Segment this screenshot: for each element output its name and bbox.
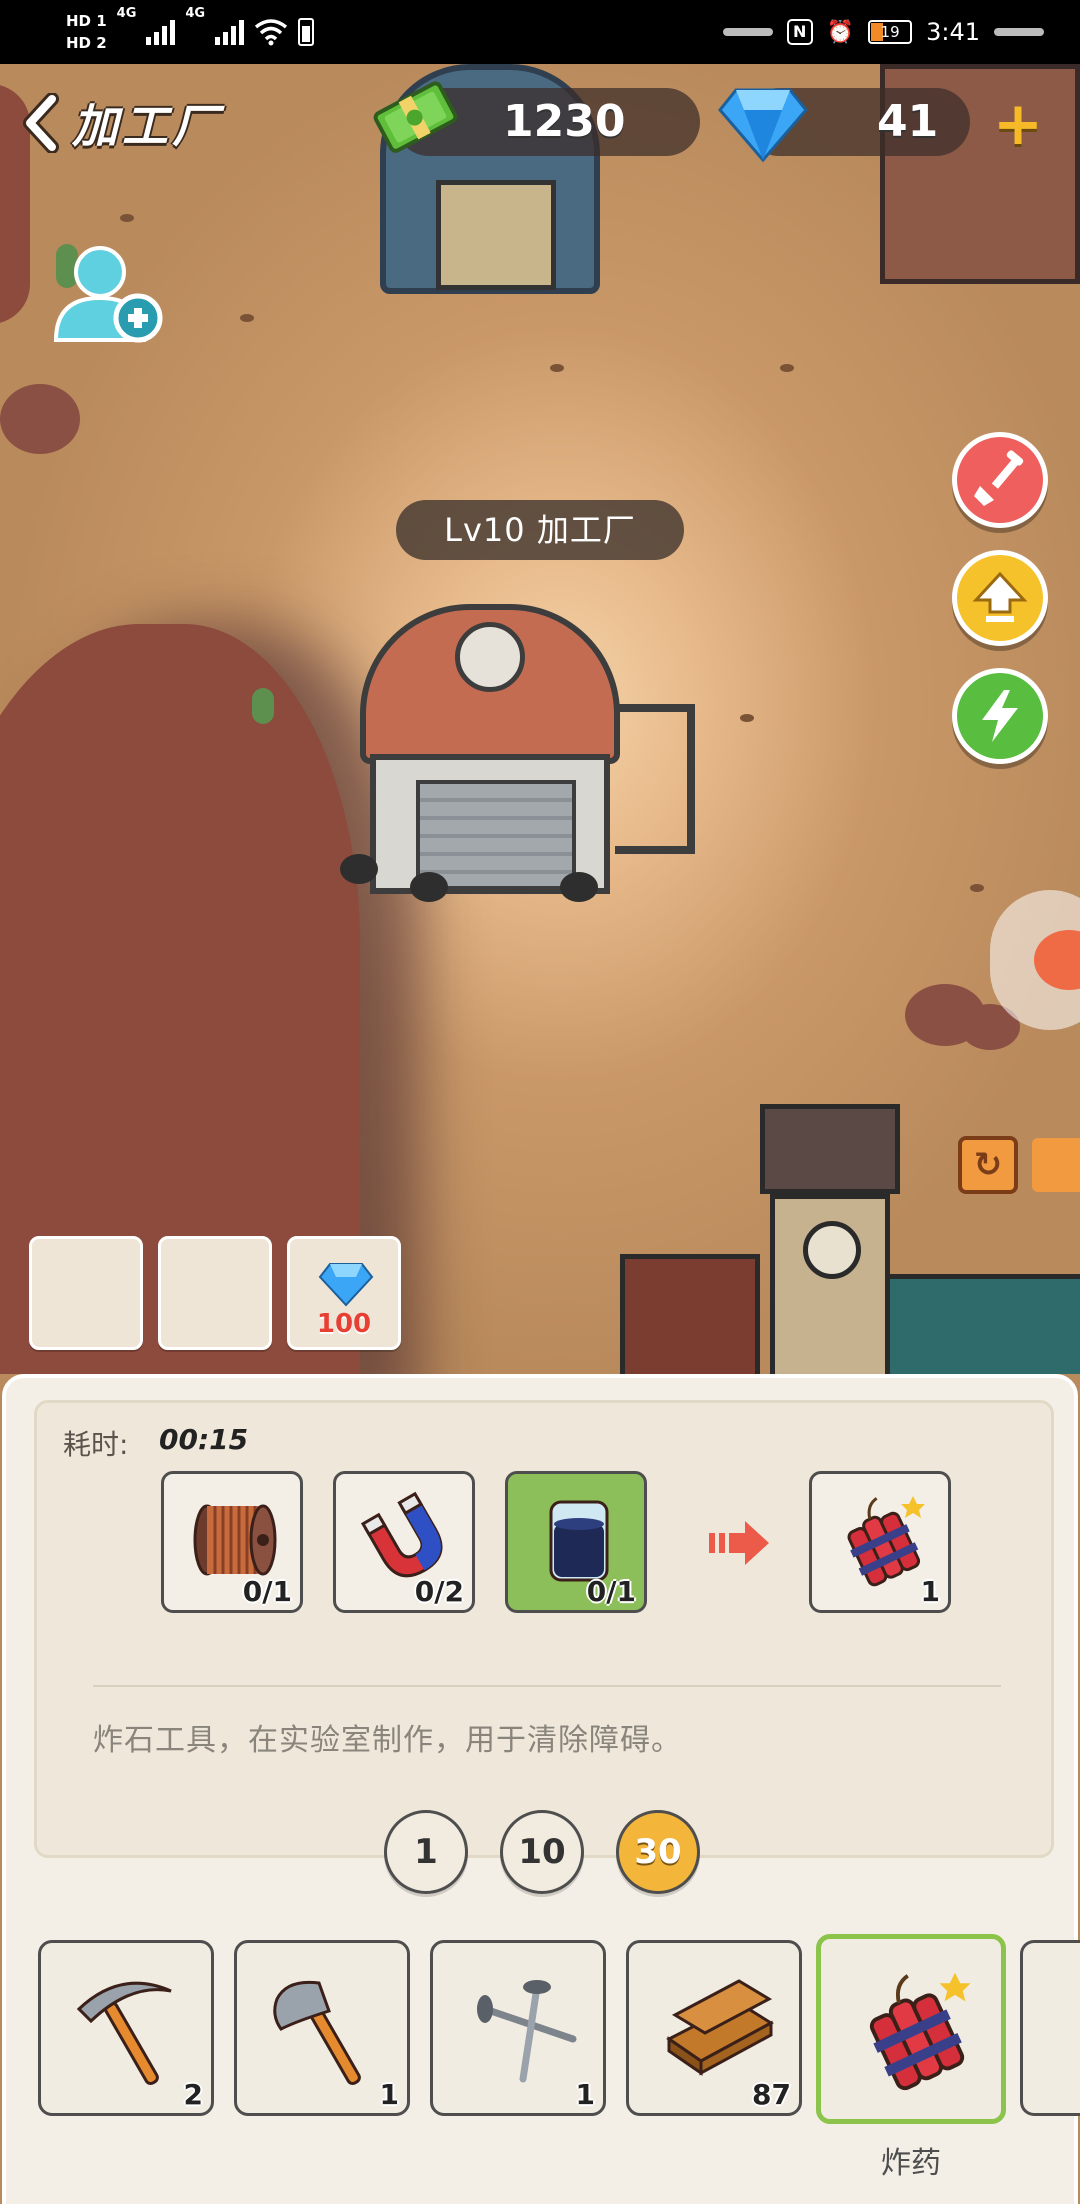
battery-level: 19 xyxy=(880,23,900,41)
clock-tower xyxy=(770,1194,890,1374)
cactus xyxy=(252,688,274,724)
status-left: HD 1 HD 2 4G 4G xyxy=(66,0,315,64)
ingredient-count: 0/1 xyxy=(586,1575,636,1608)
building-level-label: Lv10 加工厂 xyxy=(396,500,684,560)
tool-pickaxe[interactable]: 2 xyxy=(38,1940,214,2116)
speed-up-button[interactable] xyxy=(952,668,1048,764)
clock-icon xyxy=(803,1221,861,1279)
net2-label: 4G xyxy=(185,6,206,21)
planks-icon xyxy=(666,1979,774,2076)
ingredient-count: 0/1 xyxy=(242,1575,292,1608)
pebble xyxy=(120,214,134,222)
item-description: 炸石工具，在实验室制作，用于清除障碍。 xyxy=(93,1723,682,1758)
tool-count: 87 xyxy=(752,2078,791,2111)
factory-door xyxy=(416,780,576,890)
hd2-label: HD 2 xyxy=(66,34,107,52)
wifi-icon xyxy=(255,19,288,46)
tool-count: 1 xyxy=(379,2078,399,2111)
tool-count: 1 xyxy=(575,2078,595,2111)
time-value: 00:15 xyxy=(159,1423,249,1456)
lightning-icon xyxy=(982,690,1018,742)
hd1-label: HD 1 xyxy=(66,12,107,30)
pebble xyxy=(970,884,984,892)
back-button[interactable]: 加工厂 xyxy=(22,90,222,156)
dig-button[interactable] xyxy=(952,432,1048,528)
axe-icon xyxy=(273,1980,361,2085)
side-chip-partial[interactable] xyxy=(1032,1138,1080,1192)
tool-count: 2 xyxy=(183,2078,203,2111)
upgrade-button[interactable] xyxy=(952,550,1048,646)
alarm-icon: ⏰ xyxy=(826,19,855,45)
quantity-30-button[interactable]: 30 xyxy=(616,1810,700,1894)
status-bar: HD 1 HD 2 4G 4G N ⏰ 19 3:41 xyxy=(0,0,1080,64)
signal-1-icon xyxy=(146,19,176,45)
pebble xyxy=(240,314,254,322)
nfc-icon: N xyxy=(786,19,813,45)
tire xyxy=(340,854,378,884)
ingredient-magnet[interactable]: 0/2 xyxy=(333,1471,475,1613)
chevron-left-icon xyxy=(23,93,59,153)
pebble xyxy=(780,364,794,372)
slot-unlock-cost: 100 xyxy=(316,1309,372,1339)
product-count: 1 xyxy=(920,1575,940,1608)
clock-tower-roof xyxy=(760,1104,900,1194)
signal-2-icon xyxy=(215,19,245,45)
crane-arm xyxy=(615,704,695,854)
time-label: 耗时: xyxy=(63,1428,129,1461)
tool-next-partial[interactable] xyxy=(1020,1940,1080,2116)
recipe-info-box: 耗时: 00:15 0/1 0/2 0/1 1 炸石工具，在实验室制作，用于清除… xyxy=(34,1400,1054,1858)
red-shed xyxy=(620,1254,760,1374)
rock-pile xyxy=(0,384,80,454)
selected-tool-name: 炸药 xyxy=(881,2146,941,2181)
sim-status-icon xyxy=(298,18,315,46)
add-gems-button[interactable]: + xyxy=(990,94,1046,154)
teal-shed xyxy=(885,1274,1080,1374)
battery-icon: 19 xyxy=(868,20,913,44)
refresh-chip-button[interactable]: ↻ xyxy=(958,1136,1018,1194)
arrow-up-icon xyxy=(972,571,1028,622)
shovel-icon xyxy=(974,450,1024,506)
ingredient-copper-coil[interactable]: 0/1 xyxy=(161,1471,303,1613)
divider xyxy=(93,1685,1001,1687)
add-friend-icon[interactable] xyxy=(50,240,170,350)
tire xyxy=(560,872,598,902)
product-dynamite[interactable]: 1 xyxy=(809,1471,951,1613)
ingredient-count: 0/2 xyxy=(414,1575,464,1608)
pill-indicator-2 xyxy=(994,28,1044,36)
factory-building[interactable] xyxy=(340,604,695,902)
production-slot-2[interactable] xyxy=(158,1236,272,1350)
pebble xyxy=(550,364,564,372)
diamond-icon xyxy=(718,88,808,162)
tool-planks[interactable]: 87 xyxy=(626,1940,802,2116)
tomato-side-tab[interactable] xyxy=(990,890,1080,1030)
ingredient-beaker[interactable]: 0/1 xyxy=(505,1471,647,1613)
status-right: N ⏰ 19 3:41 xyxy=(722,0,1044,64)
gem-value: 41 xyxy=(877,96,939,147)
tire xyxy=(410,872,448,902)
net1-label: 4G xyxy=(116,6,137,21)
tool-dynamite[interactable] xyxy=(816,1934,1006,2124)
pill-indicator xyxy=(722,28,773,36)
page-title: 加工厂 xyxy=(72,99,222,153)
clock-time: 3:41 xyxy=(926,18,980,46)
quantity-10-button[interactable]: 10 xyxy=(500,1810,584,1894)
tomato-icon xyxy=(1034,930,1080,990)
diamond-icon xyxy=(318,1263,374,1307)
cash-icon xyxy=(373,81,458,153)
pickaxe-icon xyxy=(76,1981,172,2085)
cash-value: 1230 xyxy=(503,96,626,147)
production-slot-locked[interactable]: 100 xyxy=(287,1236,401,1350)
dynamite-icon xyxy=(869,1972,971,2091)
production-slot-1[interactable] xyxy=(29,1236,143,1350)
hd-indicators: HD 1 HD 2 xyxy=(66,10,107,54)
arrow-right-icon xyxy=(709,1521,769,1565)
quantity-1-button[interactable]: 1 xyxy=(384,1810,468,1894)
dynamite-icon xyxy=(847,1496,925,1587)
nails-icon xyxy=(477,1980,577,2083)
fan-icon xyxy=(455,622,525,692)
tool-axe[interactable]: 1 xyxy=(234,1940,410,2116)
pebble xyxy=(740,714,754,722)
tool-nails[interactable]: 1 xyxy=(430,1940,606,2116)
crafting-panel: 耗时: 00:15 0/1 0/2 0/1 1 炸石工具，在实验室制作，用于清除… xyxy=(2,1374,1080,2204)
